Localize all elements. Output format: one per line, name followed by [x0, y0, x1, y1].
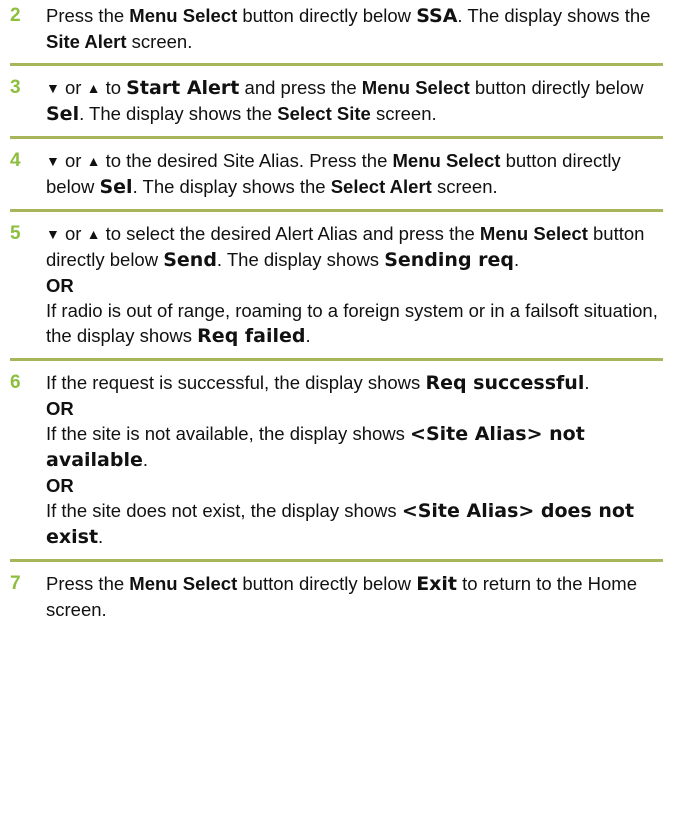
text: Press the [46, 5, 130, 26]
step-text: ▼ or ▲ to select the desired Alert Alias… [46, 221, 663, 349]
or-label: OR [46, 398, 74, 419]
text: or [59, 150, 87, 171]
bold-term: Select Site [277, 103, 371, 124]
text: . [584, 372, 590, 393]
step-number: 7 [10, 573, 21, 594]
step-number: 5 [10, 223, 21, 244]
display-text: SSA [416, 5, 458, 27]
text: . The display shows [216, 249, 385, 270]
text: to [100, 77, 127, 98]
text: to the desired Site Alias. Press the [100, 150, 393, 171]
step-7: 7 Press the Menu Select button directly … [0, 571, 675, 622]
bold-term: Menu Select [361, 77, 470, 98]
step-text: If the request is successful, the displa… [46, 370, 663, 550]
down-arrow-icon: ▼ [46, 80, 60, 96]
display-text: Req failed [197, 325, 306, 347]
step-number: 6 [10, 372, 21, 393]
text: . The display shows the [457, 5, 651, 26]
step-number: 3 [10, 77, 21, 98]
text: If the site is not available, the displa… [46, 423, 411, 444]
display-text: Start Alert [126, 77, 240, 99]
bold-term: Site Alert [46, 31, 127, 52]
up-arrow-icon: ▲ [86, 153, 101, 169]
divider [10, 63, 663, 66]
bold-term: Select Alert [330, 176, 432, 197]
down-arrow-icon: ▼ [46, 153, 60, 169]
text: screen. [126, 31, 193, 52]
text: button directly below [469, 77, 644, 98]
step-text: Press the Menu Select button directly be… [46, 3, 663, 54]
or-label: OR [46, 475, 74, 496]
step-text: Press the Menu Select button directly be… [46, 571, 663, 622]
display-text: Sel [99, 176, 133, 198]
up-arrow-icon: ▲ [86, 80, 101, 96]
text: If radio is out of range, roaming to a f… [46, 300, 658, 346]
text: or [59, 77, 87, 98]
step-4: 4 ▼ or ▲ to the desired Site Alias. Pres… [0, 148, 675, 200]
display-text: Send [163, 249, 217, 271]
text: . The display shows the [79, 103, 278, 124]
text: . [514, 249, 520, 270]
or-label: OR [46, 275, 74, 296]
divider [10, 209, 663, 212]
bold-term: Menu Select [129, 573, 238, 594]
bold-term: Menu Select [479, 223, 588, 244]
step-5: 5 ▼ or ▲ to select the desired Alert Ali… [0, 221, 675, 349]
text: If the site does not exist, the display … [46, 500, 402, 521]
text: . The display shows the [132, 176, 331, 197]
display-text: Sel [46, 103, 80, 125]
bold-term: Menu Select [392, 150, 501, 171]
text: or [59, 223, 87, 244]
text: and press the [239, 77, 362, 98]
divider [10, 136, 663, 139]
step-number: 2 [10, 5, 21, 26]
step-number: 4 [10, 150, 21, 171]
up-arrow-icon: ▲ [86, 226, 101, 242]
divider [10, 559, 663, 562]
text: screen. [431, 176, 498, 197]
text: If the request is successful, the displa… [46, 372, 426, 393]
bold-term: Menu Select [129, 5, 238, 26]
display-text: Exit [416, 573, 458, 595]
step-3: 3 ▼ or ▲ to Start Alert and press the Me… [0, 75, 675, 127]
down-arrow-icon: ▼ [46, 226, 60, 242]
text: button directly below [237, 5, 417, 26]
step-6: 6 If the request is successful, the disp… [0, 370, 675, 550]
step-text: ▼ or ▲ to Start Alert and press the Menu… [46, 75, 663, 127]
text: screen. [370, 103, 437, 124]
step-text: ▼ or ▲ to the desired Site Alias. Press … [46, 148, 663, 200]
display-text: Sending req [384, 249, 515, 271]
text: . [98, 526, 104, 547]
text: . [305, 325, 311, 346]
display-text: Req successful [425, 372, 585, 394]
text: . [142, 449, 149, 470]
text: button directly below [237, 573, 417, 594]
text: to select the desired Alert Alias and pr… [100, 223, 480, 244]
divider [10, 358, 663, 361]
text: Press the [46, 573, 130, 594]
step-2: 2 Press the Menu Select button directly … [0, 0, 675, 54]
procedure-page: 2 Press the Menu Select button directly … [0, 0, 675, 815]
